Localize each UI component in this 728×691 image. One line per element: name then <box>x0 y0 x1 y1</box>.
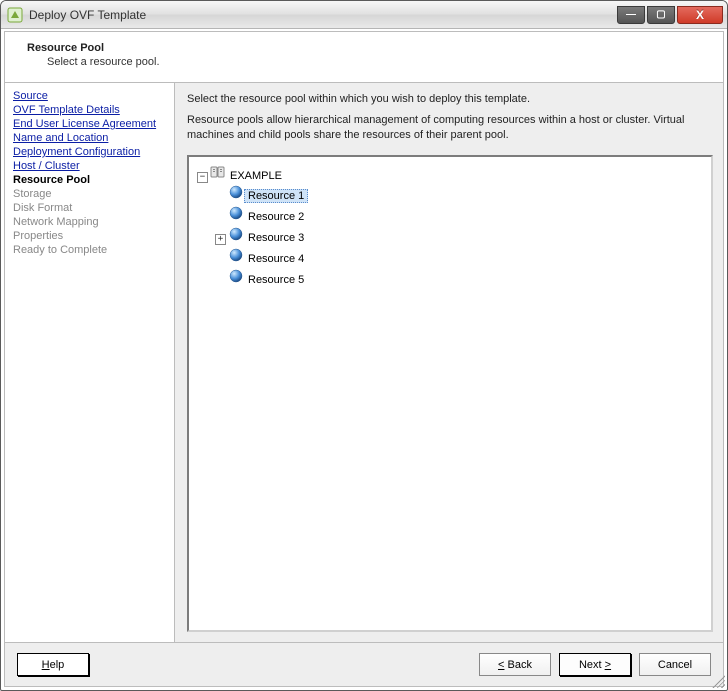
wizard-step: Network Mapping <box>13 215 166 229</box>
next-button[interactable]: Next > <box>559 653 631 676</box>
wizard-step: Properties <box>13 229 166 243</box>
instruction-text-1: Select the resource pool within which yo… <box>187 93 713 105</box>
tree-node-label: Resource 1 <box>248 190 304 202</box>
tree-node-label: Resource 3 <box>248 232 304 244</box>
page-title: Resource Pool <box>27 42 709 54</box>
tree-node-label: Resource 2 <box>248 211 304 223</box>
maximize-button[interactable]: ▢ <box>647 6 675 24</box>
tree-node[interactable]: Resource 1 <box>244 189 308 203</box>
resource-pool-icon <box>228 205 244 221</box>
wizard-step[interactable]: Name and Location <box>13 131 166 145</box>
wizard-step[interactable]: Deployment Configuration <box>13 145 166 159</box>
maximize-icon: ▢ <box>656 9 665 20</box>
tree-toggle[interactable]: + <box>215 234 226 245</box>
content: Resource Pool Select a resource pool. So… <box>4 31 724 687</box>
wizard-step[interactable]: Host / Cluster <box>13 159 166 173</box>
tree-node-root[interactable]: EXAMPLE <box>226 169 286 183</box>
wizard-step: Resource Pool <box>13 173 166 187</box>
wizard-step[interactable]: Source <box>13 89 166 103</box>
back-button-label: Back <box>504 659 532 671</box>
tree-node[interactable]: Resource 4 <box>244 252 308 266</box>
next-button-label: Next <box>579 659 605 671</box>
next-hotkey: > <box>605 659 611 671</box>
minimize-icon: — <box>626 9 636 20</box>
wizard-step[interactable]: OVF Template Details <box>13 103 166 117</box>
tree-node-label: EXAMPLE <box>230 170 282 182</box>
resource-pool-tree[interactable]: − EXAMPLE Resource 1 Resource 2 + Resource 3 R… <box>187 155 713 632</box>
tree-node[interactable]: Resource 3 <box>244 231 308 245</box>
resource-pool-icon <box>228 226 244 242</box>
app-icon <box>7 7 23 23</box>
cluster-icon <box>210 164 226 180</box>
window-title: Deploy OVF Template <box>29 8 615 22</box>
tree-node[interactable]: Resource 2 <box>244 210 308 224</box>
resize-grip[interactable] <box>711 674 725 688</box>
resource-pool-icon <box>228 184 244 200</box>
wizard-footer: Help < Back Next > Cancel <box>5 642 723 686</box>
titlebar[interactable]: Deploy OVF Template — ▢ X <box>1 1 727 29</box>
wizard-step: Storage <box>13 187 166 201</box>
help-button[interactable]: Help <box>17 653 89 676</box>
cancel-button[interactable]: Cancel <box>639 653 711 676</box>
wizard-step[interactable]: End User License Agreement <box>13 117 166 131</box>
close-button[interactable]: X <box>677 6 723 24</box>
tree-node-label: Resource 4 <box>248 253 304 265</box>
resource-pool-icon <box>228 268 244 284</box>
resource-pool-icon <box>228 247 244 263</box>
tree-toggle[interactable]: − <box>197 172 208 183</box>
minimize-button[interactable]: — <box>617 6 645 24</box>
page-subtitle: Select a resource pool. <box>47 56 709 68</box>
wizard-window: Deploy OVF Template — ▢ X Resource Pool … <box>0 0 728 691</box>
window-buttons: — ▢ X <box>615 6 723 24</box>
tree-node-label: Resource 5 <box>248 274 304 286</box>
middle-area: SourceOVF Template DetailsEnd User Licen… <box>5 83 723 642</box>
wizard-header: Resource Pool Select a resource pool. <box>5 32 723 83</box>
back-button[interactable]: < Back <box>479 653 551 676</box>
tree-node[interactable]: Resource 5 <box>244 273 308 287</box>
wizard-steps-sidebar: SourceOVF Template DetailsEnd User Licen… <box>5 83 175 642</box>
wizard-step: Disk Format <box>13 201 166 215</box>
main-pane: Select the resource pool within which yo… <box>175 83 723 642</box>
close-icon: X <box>696 8 704 22</box>
wizard-step: Ready to Complete <box>13 243 166 257</box>
instruction-text-2: Resource pools allow hierarchical manage… <box>187 113 713 143</box>
help-button-label: H <box>42 659 50 671</box>
